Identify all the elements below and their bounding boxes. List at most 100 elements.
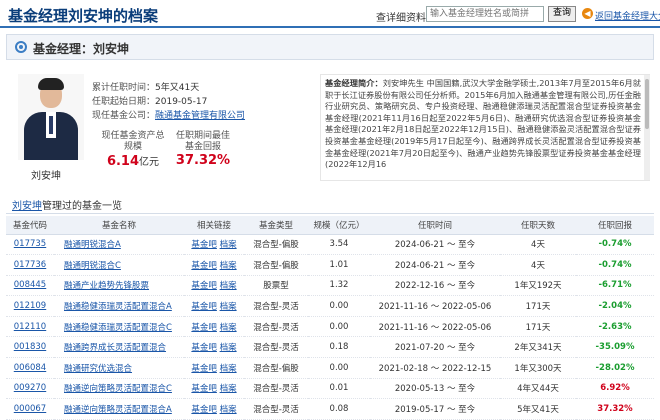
fund-scale: 0.18 <box>308 336 370 359</box>
table-row: 006084 融通研究优选混合 基金吧 档案 混合型-偏股 0.00 2021-02-18… <box>6 357 654 379</box>
fund-type: 混合型-偏股 <box>244 234 308 256</box>
scale-number: 6.14 <box>106 154 140 169</box>
search-input[interactable] <box>426 6 544 22</box>
fund-archive-link[interactable]: 档案 <box>220 384 237 394</box>
fund-return: -35.09% <box>576 336 654 359</box>
fund-code-link[interactable]: 006084 <box>14 363 46 373</box>
fund-name-link[interactable]: 融通逆向策略灵活配置混合A <box>64 405 172 415</box>
column-header: 基金类型 <box>244 216 308 235</box>
fund-scale: 0.08 <box>308 398 370 420</box>
fund-days: 4天 <box>500 254 576 276</box>
fund-code-link[interactable]: 001830 <box>14 342 46 352</box>
fund-days: 1年又192天 <box>500 275 576 297</box>
fund-archive-link[interactable]: 档案 <box>220 323 237 333</box>
fund-code-link[interactable]: 000067 <box>14 404 46 414</box>
fund-type: 混合型-偏股 <box>244 254 308 276</box>
best-return-label: 任职期间最佳基金回报 <box>175 131 230 152</box>
fund-bar-link[interactable]: 基金吧 <box>191 405 217 415</box>
start-label: 任职起始日期： <box>92 97 156 107</box>
fund-scale: 1.32 <box>308 275 370 297</box>
table-row: 001830 融通跨界成长灵活配置混合 基金吧 档案 混合型-灵活 0.18 2021-0… <box>6 336 654 359</box>
back-to-managers-link[interactable]: 返回基金经理大全 <box>595 9 660 22</box>
fund-scale: 3.54 <box>308 234 370 256</box>
fund-archive-link[interactable]: 档案 <box>220 261 237 271</box>
fund-code-link[interactable]: 012110 <box>14 322 46 332</box>
fund-days: 4天 <box>500 234 576 256</box>
fund-bar-link[interactable]: 基金吧 <box>191 343 217 353</box>
fund-return: -0.74% <box>576 254 654 276</box>
fund-return: -2.04% <box>576 295 654 317</box>
user-circle-icon <box>15 41 27 53</box>
fund-code-link[interactable]: 017736 <box>14 260 46 270</box>
fund-type: 股票型 <box>244 275 308 297</box>
company-label: 现任基金公司： <box>92 111 156 121</box>
fund-name-link[interactable]: 融通稳健添瑞灵活配置混合A <box>64 302 172 312</box>
fund-name-link[interactable]: 融通产业趋势先锋股票 <box>64 281 149 291</box>
fund-name-link[interactable]: 融通逆向策略灵活配置混合C <box>64 384 172 394</box>
fund-type: 混合型-灵活 <box>244 316 308 338</box>
funds-title-text: 管理过的基金一览 <box>42 201 122 212</box>
fund-type: 混合型-灵活 <box>244 295 308 317</box>
fund-bar-link[interactable]: 基金吧 <box>191 384 217 394</box>
table-row: 017736 融通明锐混合C 基金吧 档案 混合型-偏股 1.01 2024-06-21 … <box>6 254 654 276</box>
fund-name-link[interactable]: 融通稳健添瑞灵活配置混合C <box>64 323 172 333</box>
scale-value: 6.14亿元 <box>98 153 168 169</box>
fund-bar-link[interactable]: 基金吧 <box>191 323 217 333</box>
funds-section-title: 刘安坤管理过的基金一览 <box>6 194 654 214</box>
fund-archive-link[interactable]: 档案 <box>220 405 237 415</box>
fund-scale: 0.00 <box>308 357 370 379</box>
fund-period: 2022-12-16 ～ 至今 <box>370 275 500 297</box>
bio-title: 基金经理简介： <box>325 78 383 88</box>
fund-period: 2024-06-21 ～ 至今 <box>370 234 500 256</box>
fund-name-link[interactable]: 融通研究优选混合 <box>64 364 132 374</box>
fund-return: -0.74% <box>576 234 654 256</box>
fund-bar-link[interactable]: 基金吧 <box>191 364 217 374</box>
fund-code-link[interactable]: 012109 <box>14 301 46 311</box>
fund-bar-link[interactable]: 基金吧 <box>191 281 217 291</box>
bio-scrollbar[interactable] <box>644 75 650 180</box>
manager-label: 基金经理：刘安坤 <box>33 42 130 56</box>
fund-archive-link[interactable]: 档案 <box>220 343 237 353</box>
fund-bar-link[interactable]: 基金吧 <box>191 302 217 312</box>
funds-table: 基金代码 基金名称 相关链接 基金类型 规模（亿元） 任职时间 任职天数 任职回报 01773… <box>6 216 654 420</box>
photo-caption: 刘安坤 <box>31 171 61 182</box>
fund-period: 2019-05-17 ～ 至今 <box>370 398 500 420</box>
column-header: 任职回报 <box>576 216 654 235</box>
fund-archive-link[interactable]: 档案 <box>220 364 237 374</box>
fund-period: 2021-07-20 ～ 至今 <box>370 336 500 359</box>
fund-type: 混合型-灵活 <box>244 398 308 420</box>
start-row: 任职起始日期：2019-05-17 <box>92 94 207 107</box>
fund-bar-link[interactable]: 基金吧 <box>191 240 217 250</box>
fund-period: 2021-02-18 ～ 2022-12-15 <box>370 357 500 379</box>
fund-days: 1年又300天 <box>500 357 576 379</box>
fund-period: 2024-06-21 ～ 至今 <box>370 254 500 276</box>
fund-days: 171天 <box>500 316 576 338</box>
fund-name-link[interactable]: 融通明锐混合A <box>64 240 121 250</box>
company-link[interactable]: 融通基金管理有限公司 <box>155 111 245 121</box>
fund-archive-link[interactable]: 档案 <box>220 281 237 291</box>
fund-code-link[interactable]: 009270 <box>14 383 46 393</box>
column-header: 规模（亿元） <box>308 216 370 235</box>
fund-name-link[interactable]: 融通明锐混合C <box>64 261 121 271</box>
fund-archive-link[interactable]: 档案 <box>220 302 237 312</box>
fund-return: -28.02% <box>576 357 654 379</box>
fund-code-link[interactable]: 017735 <box>14 239 46 249</box>
fund-code-link[interactable]: 008445 <box>14 280 46 290</box>
fund-name-link[interactable]: 融通跨界成长灵活配置混合 <box>64 343 166 353</box>
search-button[interactable]: 查询 <box>548 6 576 22</box>
table-row: 017735 融通明锐混合A 基金吧 档案 混合型-偏股 3.54 2024-06-21 … <box>6 234 654 256</box>
column-header: 相关链接 <box>184 216 244 235</box>
manager-name-link[interactable]: 刘安坤 <box>12 201 42 212</box>
fund-type: 混合型-灵活 <box>244 336 308 359</box>
column-header: 任职时间 <box>370 216 500 235</box>
fund-period: 2020-05-13 ～ 至今 <box>370 378 500 400</box>
table-row: 008445 融通产业趋势先锋股票 基金吧 档案 股票型 1.32 2022-12-16 … <box>6 275 654 297</box>
fund-archive-link[interactable]: 档案 <box>220 240 237 250</box>
scale-unit: 亿元 <box>139 157 160 168</box>
fund-period: 2021-11-16 ～ 2022-05-06 <box>370 295 500 317</box>
fund-bar-link[interactable]: 基金吧 <box>191 261 217 271</box>
top-bar: 基金经理刘安坤的档案 查详细资料： 查询 ◀ 返回基金经理大全 <box>0 0 660 28</box>
bio-text: 刘安坤先生 中国国籍,武汉大学金融学硕士,2013年7月至2015年6月就职于长… <box>325 78 641 170</box>
back-arrow-icon[interactable]: ◀ <box>582 8 593 19</box>
fund-return: -2.63% <box>576 316 654 338</box>
